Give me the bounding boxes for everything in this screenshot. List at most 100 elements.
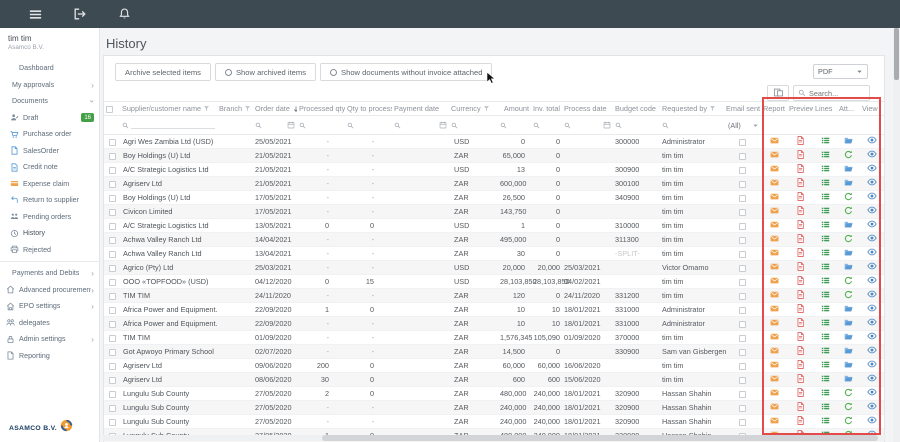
cell-att[interactable] [837, 415, 860, 429]
header-cell-report[interactable]: Report [761, 102, 787, 116]
column-search-icon[interactable] [255, 116, 262, 134]
column-search-icon[interactable] [451, 116, 458, 134]
row-checkbox[interactable] [109, 195, 116, 202]
cell-preview[interactable] [787, 191, 813, 205]
sidebar-item-rejected[interactable]: Rejected [0, 242, 99, 259]
cell-att[interactable] [837, 289, 860, 303]
table-row[interactable]: Lungulu Sub County27/05/202020ZAR480,000… [104, 387, 884, 401]
header-cell-payment_date[interactable]: Payment date [392, 102, 449, 116]
cell-view[interactable] [860, 219, 884, 233]
email-sent-checkbox[interactable] [739, 251, 746, 258]
header-cell-branch[interactable]: Branch [217, 102, 253, 116]
logout-icon[interactable] [73, 7, 88, 22]
cell-report[interactable] [761, 261, 787, 275]
column-search-icon[interactable] [662, 116, 669, 134]
cell-lines[interactable] [813, 261, 837, 275]
row-checkbox[interactable] [109, 405, 116, 412]
cell-preview[interactable] [787, 205, 813, 219]
sidebar-item-expense-claim[interactable]: Expense claim [0, 176, 99, 193]
table-row[interactable]: Lungulu Sub County27/05/2020--ZAR240,000… [104, 401, 884, 415]
table-row[interactable]: TIM TIM01/09/2020--ZAR1,576,345105,09001… [104, 331, 884, 345]
column-search-icon[interactable] [394, 116, 401, 134]
table-row[interactable]: A/C Strategic Logistics Ltd13/05/202100U… [104, 219, 884, 233]
export-format-select[interactable]: PDF [813, 64, 868, 79]
sidebar-item-draft[interactable]: Draft16 [0, 110, 99, 127]
table-row[interactable]: Africa Power and Equipment...22/09/20201… [104, 303, 884, 317]
cell-report[interactable] [761, 289, 787, 303]
menu-icon[interactable] [28, 7, 43, 22]
cell-lines[interactable] [813, 247, 837, 261]
cell-report[interactable] [761, 191, 787, 205]
email-sent-checkbox[interactable] [739, 377, 746, 384]
cell-lines[interactable] [813, 233, 837, 247]
email-sent-checkbox[interactable] [739, 363, 746, 370]
show-archived-toggle[interactable]: Show archived items [215, 63, 316, 81]
calendar-icon[interactable] [439, 121, 447, 129]
bell-icon[interactable] [118, 7, 133, 22]
cell-preview[interactable] [787, 261, 813, 275]
cell-lines[interactable] [813, 205, 837, 219]
cell-report[interactable] [761, 345, 787, 359]
vertical-scrollbar-thumb[interactable] [894, 28, 899, 80]
column-search-icon[interactable] [122, 116, 129, 134]
row-checkbox[interactable] [109, 349, 116, 356]
row-checkbox[interactable] [109, 293, 116, 300]
table-row[interactable]: Agrico (Pty) Ltd25/03/2021--USD20,00020,… [104, 261, 884, 275]
cell-view[interactable] [860, 191, 884, 205]
cell-report[interactable] [761, 387, 787, 401]
cell-preview[interactable] [787, 149, 813, 163]
cell-att[interactable] [837, 177, 860, 191]
email-sent-checkbox[interactable] [739, 279, 746, 286]
table-row[interactable]: Boy Holdings (U) Ltd21/05/2021--ZAR65,00… [104, 149, 884, 163]
email-sent-checkbox[interactable] [739, 265, 746, 272]
sidebar-item-reporting[interactable]: Reporting [0, 348, 99, 365]
row-checkbox[interactable] [109, 153, 116, 160]
table-row[interactable]: Agriserv Ltd08/06/2020300ZAR60060015/06/… [104, 373, 884, 387]
calendar-icon[interactable] [603, 121, 611, 129]
email-sent-checkbox[interactable] [739, 405, 746, 412]
sidebar-item-admin-settings[interactable]: Admin settings› [0, 331, 99, 348]
cell-lines[interactable] [813, 177, 837, 191]
cell-preview[interactable] [787, 331, 813, 345]
cell-lines[interactable] [813, 345, 837, 359]
cell-view[interactable] [860, 345, 884, 359]
cell-att[interactable] [837, 275, 860, 289]
sidebar-item-payments-and-debits[interactable]: Payments and Debits› [0, 265, 99, 282]
cell-preview[interactable] [787, 275, 813, 289]
cell-lines[interactable] [813, 303, 837, 317]
cell-lines[interactable] [813, 275, 837, 289]
row-checkbox[interactable] [109, 391, 116, 398]
cell-lines[interactable] [813, 191, 837, 205]
table-row[interactable]: Lungulu Sub County27/05/2020--ZAR240,000… [104, 415, 884, 429]
column-search-icon[interactable] [533, 116, 540, 134]
sidebar-item-advanced-procurement[interactable]: Advanced procurement› [0, 282, 99, 299]
header-cell-email_sent[interactable]: Email sent [724, 102, 761, 116]
sidebar-item-history[interactable]: History [0, 225, 99, 242]
sidebar-item-purchase-order[interactable]: Purchase order [0, 126, 99, 143]
cell-lines[interactable] [813, 163, 837, 177]
row-checkbox[interactable] [109, 321, 116, 328]
cell-report[interactable] [761, 149, 787, 163]
cell-att[interactable] [837, 233, 860, 247]
chevron-down-icon[interactable] [752, 122, 759, 129]
cell-lines[interactable] [813, 359, 837, 373]
cell-preview[interactable] [787, 163, 813, 177]
cell-att[interactable] [837, 261, 860, 275]
email-sent-checkbox[interactable] [739, 153, 746, 160]
cell-view[interactable] [860, 359, 884, 373]
archive-selected-button[interactable]: Archive selected items [115, 63, 211, 81]
table-row[interactable]: Achwa Valley Ranch Ltd14/04/2021--ZAR495… [104, 233, 884, 247]
vertical-scrollbar[interactable] [893, 28, 900, 442]
cell-report[interactable] [761, 317, 787, 331]
row-checkbox[interactable] [109, 139, 116, 146]
header-cell-process_date[interactable]: Process date [562, 102, 613, 116]
row-checkbox[interactable] [109, 251, 116, 258]
cell-report[interactable] [761, 275, 787, 289]
column-chooser-button[interactable] [767, 85, 789, 101]
header-cell-preview[interactable]: Preview [787, 102, 813, 116]
cell-preview[interactable] [787, 233, 813, 247]
table-row[interactable]: Achwa Valley Ranch Ltd13/04/2021--ZAR300… [104, 247, 884, 261]
table-row[interactable]: Boy Holdings (U) Ltd17/05/2021--ZAR26,50… [104, 191, 884, 205]
cell-att[interactable] [837, 345, 860, 359]
cell-att[interactable] [837, 163, 860, 177]
